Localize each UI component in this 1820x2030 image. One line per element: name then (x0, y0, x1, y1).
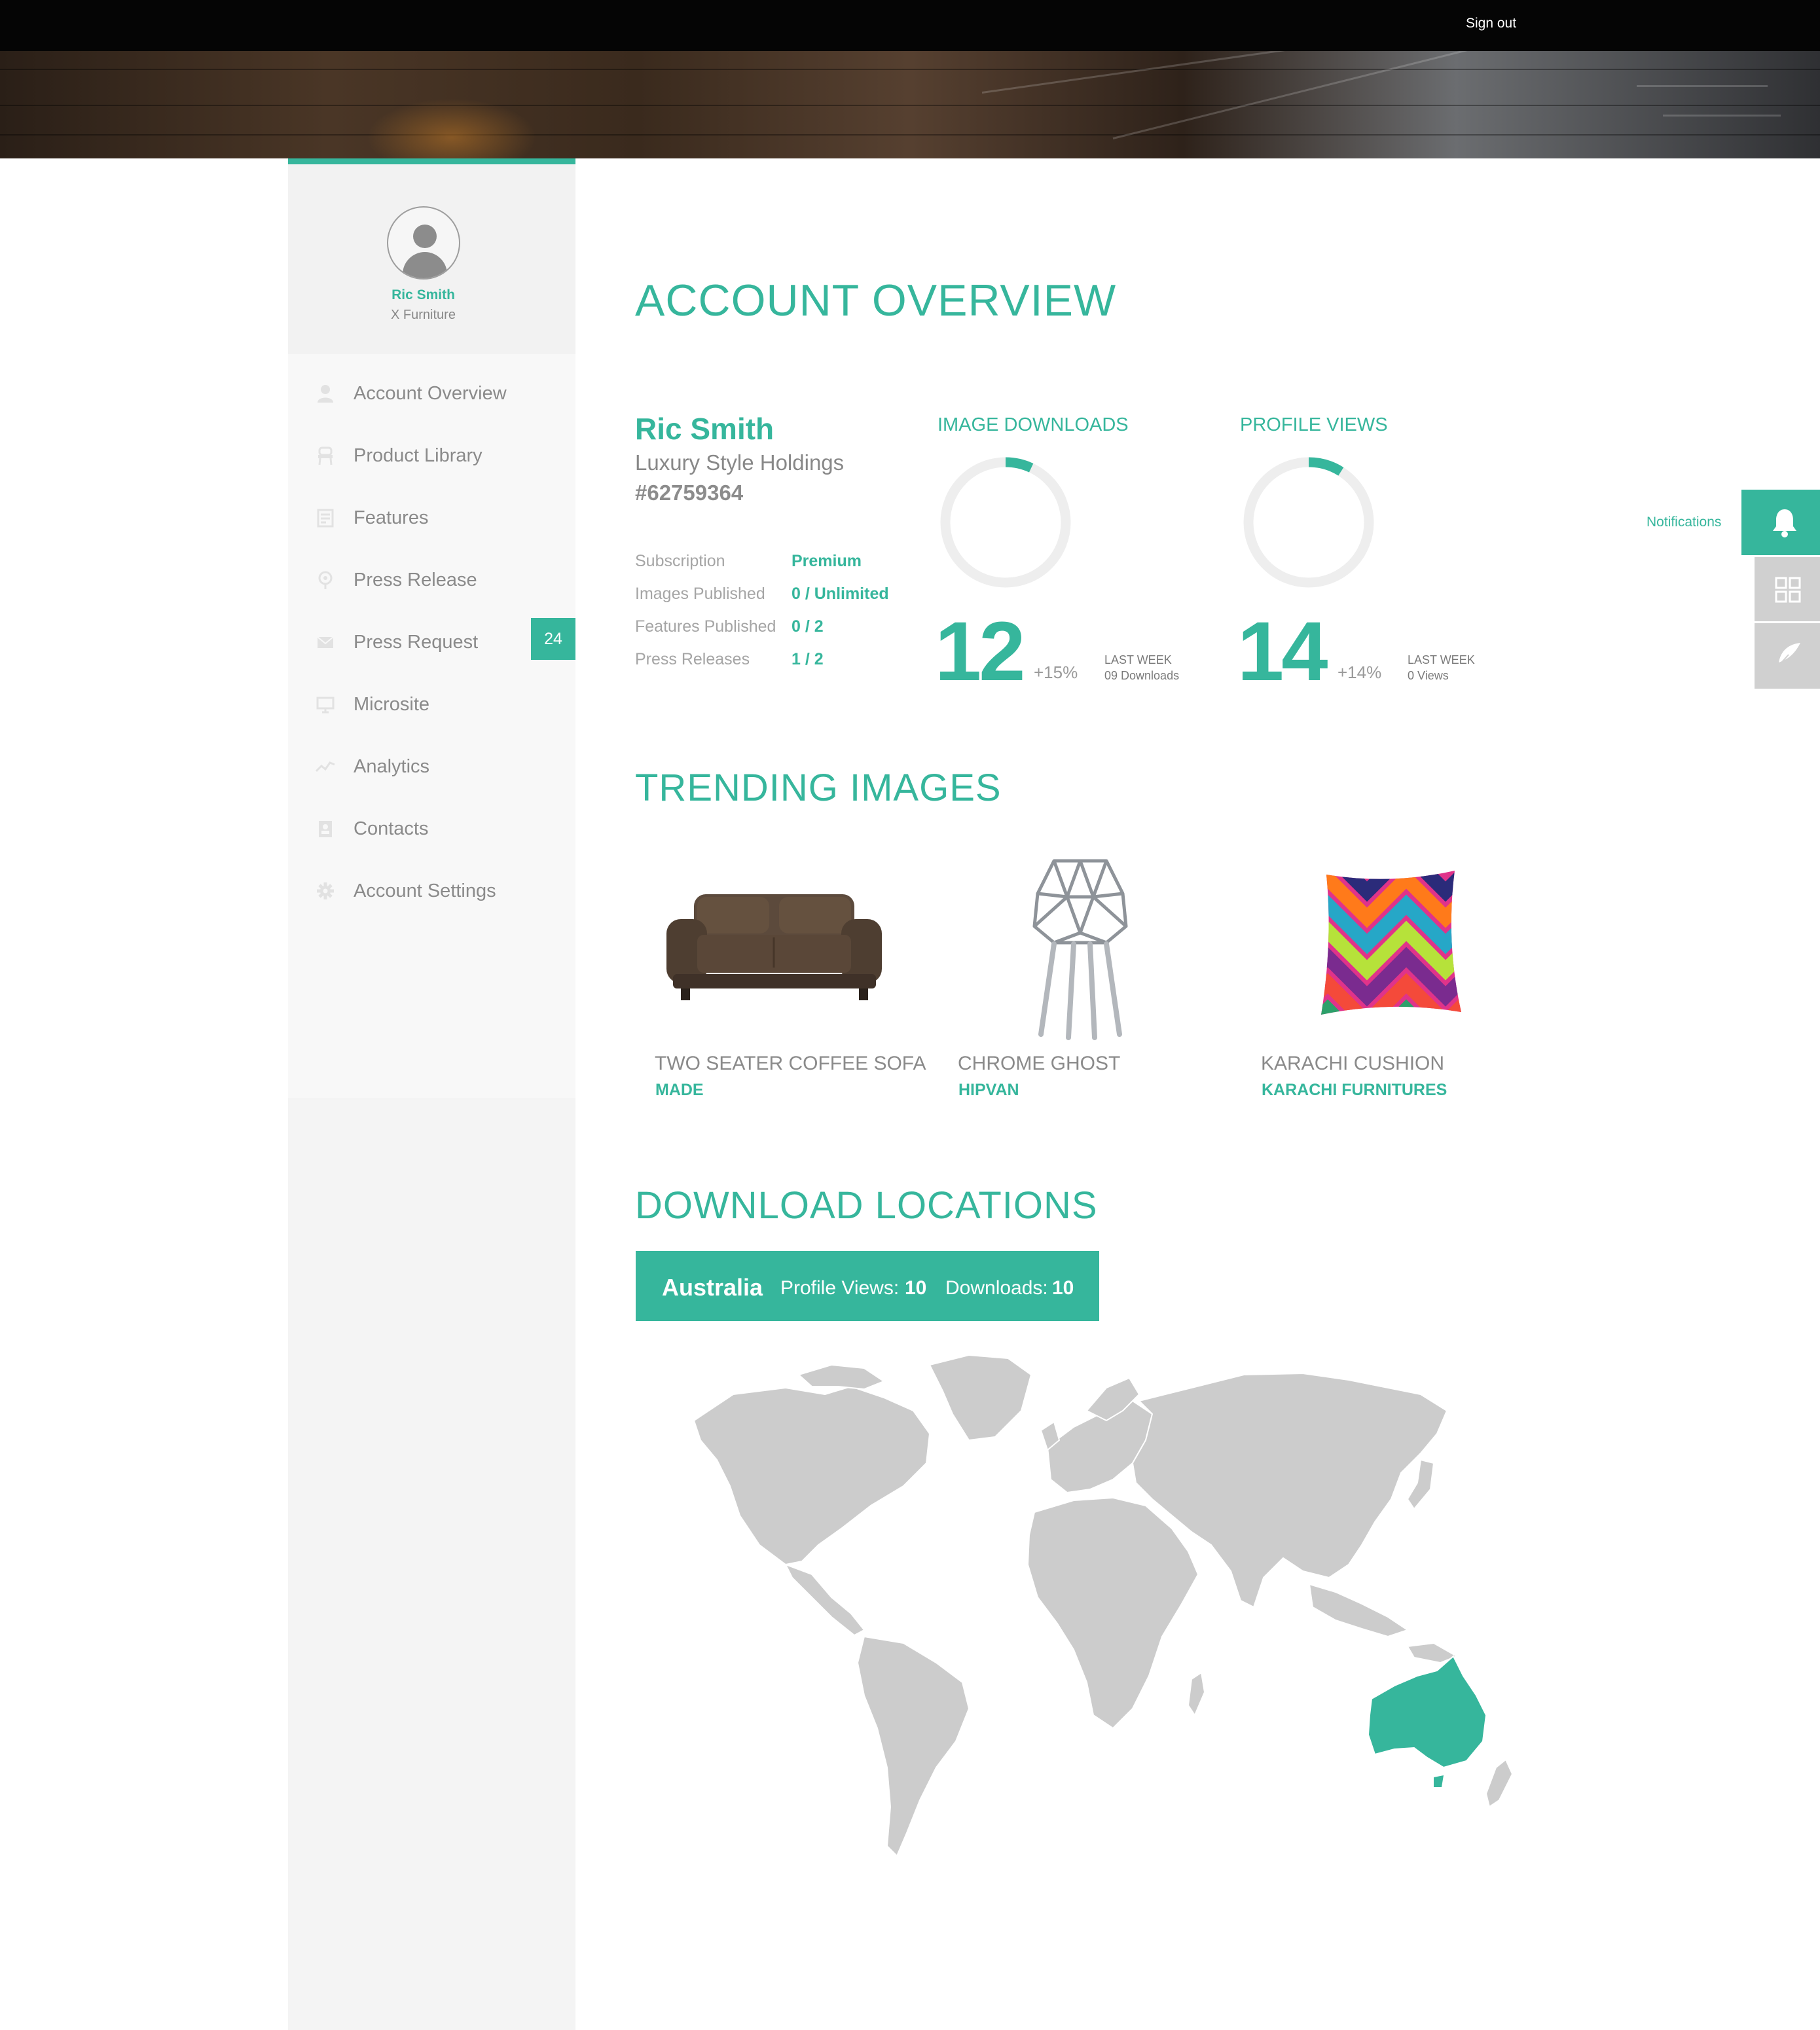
location-downloads-label: Downloads: (945, 1277, 1048, 1299)
compose-button[interactable] (1755, 623, 1820, 689)
sidebar: Ric Smith X Furniture Account Overview P… (288, 158, 575, 2030)
sidebar-item-label: Contacts (354, 818, 429, 839)
map-region-australia (1367, 1655, 1487, 1769)
location-views-label: Profile Views: (780, 1277, 900, 1299)
profile-views-donut (1243, 457, 1374, 588)
sidebar-item-features[interactable]: Features (288, 494, 575, 541)
top-navigation-bar: Sign out (0, 0, 1820, 51)
map-region-africa (1027, 1497, 1199, 1729)
sidebar-item-account-overview[interactable]: Account Overview (288, 369, 575, 416)
profile-card: Ric Smith X Furniture (288, 164, 575, 354)
profile-views-last-week: LAST WEEK 0 Views (1408, 653, 1475, 683)
map-region-southeast-asia (1309, 1584, 1408, 1637)
image-downloads-count: 12 (935, 605, 1025, 698)
features-icon (317, 509, 334, 528)
account-id: #62759364 (635, 480, 744, 505)
stat-label: Subscription (635, 552, 725, 570)
sidebar-menu: Account Overview Product Library Feature… (288, 354, 575, 1098)
stat-label: Images Published (635, 585, 765, 603)
sidebar-item-analytics[interactable]: Analytics (288, 742, 575, 789)
user-icon (318, 385, 333, 403)
profile-views-count: 14 (1237, 605, 1328, 698)
chair-image[interactable] (1028, 858, 1133, 1047)
bell-icon (1773, 509, 1796, 537)
sidebar-item-label: Microsite (354, 694, 430, 715)
feather-icon (1776, 643, 1800, 668)
stat-value: 1 / 2 (792, 650, 824, 668)
profile-company: X Furniture (391, 308, 456, 322)
address-book-icon (319, 821, 332, 837)
grid-icon (1775, 577, 1801, 603)
image-downloads-donut (940, 457, 1071, 588)
gear-icon (317, 882, 334, 899)
stat-value: 0 / Unlimited (792, 585, 889, 603)
sidebar-item-press-release[interactable]: Press Release (288, 556, 575, 603)
page-title: ACCOUNT OVERVIEW (635, 276, 1117, 325)
trending-item-brand[interactable]: MADE (655, 1081, 704, 1100)
sidebar-item-label: Press Release (354, 570, 477, 590)
profile-name: Ric Smith (391, 287, 455, 302)
sidebar-item-account-settings[interactable]: Account Settings (288, 867, 575, 914)
map-region-north-america (693, 1386, 930, 1565)
download-locations-title: DOWNLOAD LOCATIONS (635, 1184, 1098, 1227)
location-country: Australia (662, 1274, 763, 1301)
sidebar-item-label: Account Overview (354, 383, 507, 404)
profile-views-change: +14% (1338, 662, 1382, 682)
monitor-icon (316, 697, 335, 714)
notifications-button[interactable] (1741, 490, 1820, 555)
sidebar-item-label: Press Request (354, 632, 479, 653)
profile-views-title: PROFILE VIEWS (1240, 414, 1388, 435)
press-request-count-badge: 24 (531, 618, 575, 660)
sidebar-item-product-library[interactable]: Product Library (288, 431, 575, 479)
trending-item-name: TWO SEATER COFFEE SOFA (655, 1053, 926, 1074)
trending-item-name: KARACHI CUSHION (1261, 1053, 1445, 1074)
sidebar-accent-bar (288, 158, 575, 164)
stat-label: Press Releases (635, 650, 750, 668)
location-summary-bar: Australia Profile Views: 10 Downloads: 1… (636, 1251, 1099, 1321)
avatar[interactable] (387, 206, 460, 280)
location-downloads-value: 10 (1052, 1277, 1074, 1299)
account-company: Luxury Style Holdings (635, 450, 845, 475)
sidebar-item-label: Analytics (354, 756, 430, 777)
stat-value: 0 / 2 (792, 617, 824, 636)
world-map[interactable] (655, 1349, 1532, 1866)
map-region-greenland (929, 1354, 1032, 1441)
envelope-icon (317, 636, 334, 648)
notifications-label: Notifications (1647, 515, 1722, 530)
map-region-new-zealand (1485, 1759, 1513, 1807)
trending-item-brand[interactable]: KARACHI FURNITURES (1262, 1081, 1447, 1100)
map-region-japan (1407, 1459, 1434, 1510)
sidebar-item-label: Features (354, 507, 429, 528)
map-region-tasmania (1434, 1775, 1444, 1787)
stat-value: Premium (792, 552, 862, 570)
cushion-image[interactable] (1315, 865, 1466, 1019)
location-views-value: 10 (905, 1277, 927, 1299)
trending-title: TRENDING IMAGES (635, 767, 1002, 809)
chair-icon (318, 446, 333, 465)
image-downloads-last-week: LAST WEEK 09 Downloads (1104, 653, 1180, 683)
map-region-south-america (857, 1636, 970, 1857)
map-region-arctic-islands (798, 1364, 884, 1390)
sidebar-item-label: Product Library (354, 445, 482, 466)
sidebar-item-press-request[interactable]: Press Request 24 (288, 618, 575, 665)
account-name: Ric Smith (635, 412, 774, 446)
dashboard-grid-button[interactable] (1755, 557, 1820, 621)
sign-out-link[interactable]: Sign out (1466, 16, 1516, 31)
sidebar-item-label: Account Settings (354, 880, 496, 901)
trend-line-icon (316, 761, 335, 772)
map-region-madagascar (1188, 1672, 1205, 1716)
sidebar-item-contacts[interactable]: Contacts (288, 805, 575, 852)
stat-label: Features Published (635, 617, 776, 636)
microphone-icon (318, 571, 333, 589)
image-downloads-title: IMAGE DOWNLOADS (937, 414, 1129, 435)
sidebar-item-microsite[interactable]: Microsite (288, 680, 575, 727)
map-region-central-america (785, 1564, 865, 1636)
trending-item-name: CHROME GHOST (958, 1053, 1121, 1074)
sofa-image[interactable] (661, 890, 887, 1008)
image-downloads-change: +15% (1034, 662, 1078, 682)
trending-item-brand[interactable]: HIPVAN (958, 1081, 1019, 1100)
